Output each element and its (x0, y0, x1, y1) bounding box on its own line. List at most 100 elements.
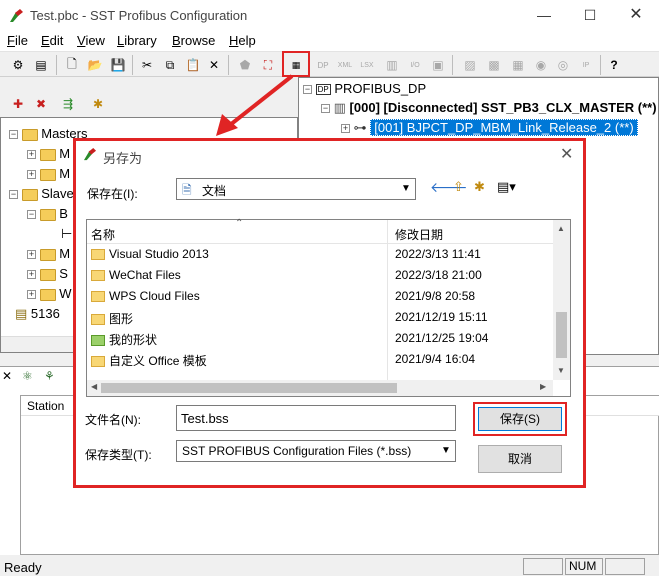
dp-icon[interactable]: DP (313, 55, 333, 75)
lsx-icon[interactable]: LSX (357, 55, 377, 75)
file-list-vscrollbar[interactable]: ▲ ▼ (553, 220, 570, 380)
file-date: 2021/9/8 20:58 (395, 289, 476, 303)
scroll-right-icon[interactable]: ▶ (540, 382, 546, 391)
file-row[interactable]: WeChat Files (91, 268, 181, 289)
filetype-label: 保存类型(T): (85, 448, 152, 462)
tree-master-2[interactable]: + M (27, 166, 70, 181)
folder-icon (21, 128, 38, 141)
tree-masters[interactable]: − Masters (9, 126, 87, 141)
tree-slave-node[interactable]: + ⊶ [001] BJPCT_DP_MBM_Link_Release_2 (*… (341, 119, 638, 136)
cut-icon[interactable]: ✂ (137, 55, 157, 75)
chevron-down-icon: ▼ (441, 445, 451, 456)
col-date[interactable]: 修改日期 (395, 226, 443, 243)
slave-icon[interactable]: ▨ (460, 55, 480, 75)
shapes-folder-icon (91, 335, 105, 347)
maximize-button[interactable]: ☐ (567, 0, 613, 32)
file-list: ⌃ 名称 修改日期 Visual Studio 2013 2022/3/13 1… (86, 218, 571, 397)
file-date: 2022/3/18 21:00 (395, 268, 482, 282)
tree-master-1[interactable]: + M (27, 146, 70, 161)
scroll-up-icon[interactable]: ▲ (557, 224, 565, 233)
diag-icon[interactable]: ◉ (531, 55, 551, 75)
dialog-title: 另存为 (103, 151, 143, 166)
new-folder-icon[interactable]: ✱ (474, 179, 485, 195)
tree-slave-3[interactable]: + S (27, 266, 68, 281)
save-disk-icon[interactable]: 💾 (108, 55, 128, 75)
tree-master-node[interactable]: − ▥ [000] [Disconnected] SST_PB3_CLX_MAS… (321, 100, 657, 116)
scroll-left-icon[interactable]: ◀ (91, 382, 97, 391)
tree-slave-4[interactable]: + W (27, 286, 72, 301)
save-in-select[interactable]: 🗎 文档 ▼ (176, 178, 416, 200)
file-row[interactable]: 我的形状 (91, 331, 157, 352)
lib-icon-4[interactable]: ✱ (88, 94, 108, 114)
status-bar: Ready NUM (0, 557, 659, 576)
cancel-button[interactable]: 取消 (478, 445, 562, 473)
lib-icon-3[interactable]: ⇶ (58, 94, 78, 114)
menu-edit[interactable]: Edit (41, 33, 63, 48)
file-row[interactable]: WPS Cloud Files (91, 289, 200, 310)
filename-input[interactable] (176, 405, 456, 431)
tree-profibus-root[interactable]: − DP PROFIBUS_DP (303, 81, 426, 96)
monitor-icon[interactable]: ◎ (553, 55, 573, 75)
col-name[interactable]: 名称 (91, 226, 115, 243)
network-icon[interactable]: ⚙ (8, 55, 28, 75)
folder-icon (39, 148, 56, 161)
new-file-icon[interactable]: 🗋 (62, 55, 82, 75)
tree-slave-2[interactable]: + M (27, 246, 70, 261)
lib-icon-1[interactable]: ✚ (8, 94, 28, 114)
folder-icon (39, 168, 56, 181)
folder-icon (91, 249, 105, 261)
folder-icon (91, 270, 105, 282)
help-icon[interactable]: ? (604, 55, 624, 75)
hscroll-thumb[interactable] (101, 383, 397, 393)
app-icon (10, 9, 23, 22)
folder-icon (91, 314, 105, 326)
folder-icon (39, 268, 56, 281)
copy-icon[interactable]: ⧉ (160, 55, 180, 75)
file-list-hscrollbar[interactable]: ◀ ▶ (87, 380, 553, 396)
filetype-select[interactable]: SST PROFIBUS Configuration Files (*.bss)… (176, 440, 456, 462)
chevron-down-icon: ▼ (401, 183, 411, 194)
connect-icon[interactable]: ▩ (484, 55, 504, 75)
grid-icon[interactable]: ▥ (382, 55, 402, 75)
red-arrow-icon (216, 74, 294, 136)
ip-icon[interactable]: IP (576, 55, 596, 75)
properties-icon[interactable]: ▤ (31, 55, 51, 75)
menu-browse[interactable]: Browse (172, 33, 215, 48)
tree-slave-1[interactable]: − B (27, 206, 68, 221)
document-icon: 🗎 (182, 183, 192, 197)
file-row[interactable]: 自定义 Office 模板 (91, 352, 207, 373)
file-row[interactable]: Visual Studio 2013 (91, 247, 209, 268)
menu-file[interactable]: File (7, 33, 28, 48)
pane-tool-icon-1[interactable]: ⚛ (22, 369, 33, 383)
file-row[interactable]: 图形 (91, 310, 133, 331)
open-folder-icon[interactable]: 📂 (85, 55, 105, 75)
close-pane-icon[interactable]: ✕ (2, 369, 12, 383)
module-icon[interactable]: ▣ (428, 55, 448, 75)
tree-device[interactable]: ⊢ (61, 226, 72, 242)
folder-icon (39, 248, 56, 261)
card-icon: ▤ (15, 306, 28, 321)
col-station[interactable]: Station (27, 399, 64, 413)
menu-view[interactable]: View (77, 33, 105, 48)
paste-icon[interactable]: 📋 (183, 55, 203, 75)
dp-badge-icon: DP (315, 84, 331, 96)
scroll-down-icon[interactable]: ▼ (557, 366, 565, 375)
lib-icon-2[interactable]: ✖ (31, 94, 51, 114)
view-menu-icon[interactable]: ▤▾ (497, 179, 516, 195)
dialog-close-icon[interactable]: ✕ (560, 144, 573, 164)
file-date: 2021/12/25 19:04 (395, 331, 489, 345)
menu-help[interactable]: Help (229, 33, 256, 48)
tree-slaves[interactable]: − Slave (9, 186, 74, 201)
bus-icon[interactable]: ▦ (508, 55, 528, 75)
menu-library[interactable]: Library (117, 33, 157, 48)
pane-tool-icon-2[interactable]: ⚘ (44, 369, 55, 383)
save-button[interactable]: 保存(S) (478, 407, 562, 431)
vscroll-thumb[interactable] (556, 312, 567, 358)
tree-5136[interactable]: ▤ 5136 (15, 306, 60, 322)
io-icon[interactable]: I/O (405, 55, 425, 75)
minimize-button[interactable]: — (521, 0, 567, 32)
up-folder-icon[interactable]: ⇧ (453, 179, 464, 195)
close-button[interactable]: ✕ (613, 0, 659, 32)
xml-icon[interactable]: XML (335, 55, 355, 75)
folder-icon (21, 188, 38, 201)
